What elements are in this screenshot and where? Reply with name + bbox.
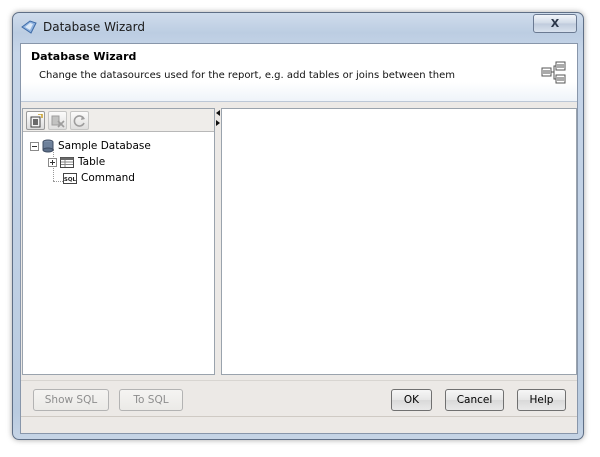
- window-title: Database Wizard: [43, 20, 145, 34]
- datasource-tree-panel: Sample Database Table SQL Command: [22, 108, 215, 375]
- add-datasource-button[interactable]: [26, 111, 45, 130]
- cancel-button[interactable]: Cancel: [445, 389, 504, 411]
- remove-icon: [51, 115, 65, 128]
- table-icon: [60, 156, 74, 168]
- refresh-icon: [73, 114, 85, 127]
- tree-connector: [53, 181, 63, 182]
- add-datasource-icon: [30, 113, 43, 127]
- status-bar: [21, 416, 577, 433]
- database-icon: [42, 139, 54, 153]
- collapse-toggle[interactable]: [30, 141, 39, 151]
- dialog-client-area: Database Wizard Change the datasources u…: [20, 43, 578, 434]
- wizard-header: Database Wizard Change the datasources u…: [21, 44, 577, 102]
- tree-item-command[interactable]: SQL Command: [63, 170, 135, 186]
- tree-item-label: Table: [78, 156, 106, 168]
- svg-text:SQL: SQL: [64, 177, 77, 183]
- expand-toggle[interactable]: [48, 157, 57, 167]
- header-subtitle: Change the datasources used for the repo…: [39, 70, 455, 81]
- table-join-icon: [541, 61, 566, 84]
- close-button[interactable]: X: [533, 14, 577, 33]
- tree-item-label: Command: [81, 172, 135, 184]
- tree-toolbar: [23, 109, 214, 132]
- close-icon: X: [550, 17, 560, 30]
- refresh-button[interactable]: [70, 111, 89, 130]
- title-bar[interactable]: Database Wizard X: [13, 13, 583, 41]
- tree-item-sample-database[interactable]: Sample Database: [30, 138, 151, 154]
- header-title: Database Wizard: [31, 50, 137, 63]
- ok-button[interactable]: OK: [391, 389, 432, 411]
- help-button[interactable]: Help: [517, 389, 566, 411]
- to-sql-button[interactable]: To SQL: [119, 389, 183, 411]
- tree-item-label: Sample Database: [58, 140, 151, 152]
- show-sql-button[interactable]: Show SQL: [33, 389, 109, 411]
- link-design-canvas[interactable]: [221, 108, 577, 375]
- dialog-window: Database Wizard X Database Wizard Change…: [12, 12, 584, 440]
- app-icon: [21, 20, 37, 34]
- sql-icon: SQL: [63, 172, 77, 184]
- tree-item-table[interactable]: Table: [48, 154, 105, 170]
- footer-divider: [21, 380, 577, 381]
- remove-datasource-button[interactable]: [48, 111, 67, 130]
